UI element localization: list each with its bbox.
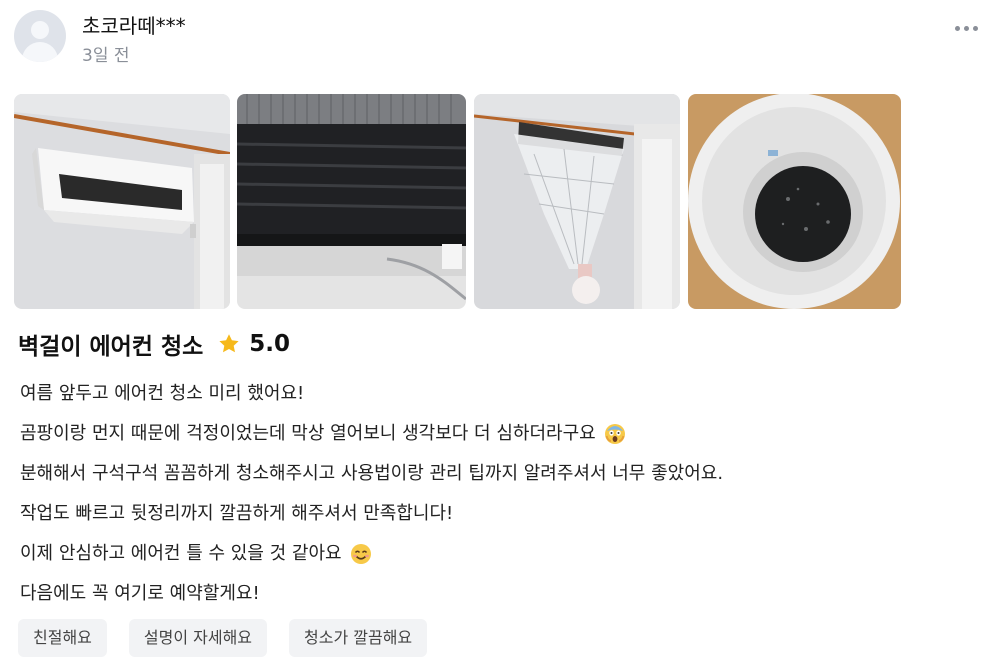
review-line-text: 곰팡이랑 먼지 때문에 걱정이었는데 막상 열어보니 생각보다 더 심하더라구요 [20, 423, 596, 444]
more-options-icon[interactable] [955, 26, 978, 31]
review-line: 분해해서 구석구석 꼼꼼하게 청소해주시고 사용법이랑 관리 팁까지 알려주셔서… [20, 460, 980, 500]
review-line-text: 여름 앞두고 에어컨 청소 미리 했어요! [20, 383, 305, 404]
ac-cleaning-cover-photo[interactable] [474, 94, 680, 309]
wall-air-conditioner-photo[interactable] [14, 94, 230, 309]
star-icon [217, 332, 241, 356]
review-line-text: 이제 안심하고 에어컨 틀 수 있을 것 같아요 [20, 543, 342, 564]
service-title: 벽걸이 에어컨 청소 [18, 334, 204, 360]
review-tags: 친절해요 설명이 자세해요 청소가 깔끔해요 [18, 619, 428, 657]
reviewer-name[interactable]: 초코라떼*** [82, 10, 186, 39]
review-body: 여름 앞두고 에어컨 청소 미리 했어요! 곰팡이랑 먼지 때문에 걱정이었는데… [20, 380, 980, 620]
tag-detailed-explanation[interactable]: 설명이 자세해요 [128, 619, 268, 657]
review-line-text: 작업도 빠르고 뒷정리까지 깔끔하게 해주셔서 만족합니다! [20, 503, 454, 524]
dirty-water-bucket-photo[interactable] [688, 94, 901, 309]
review-line: 여름 앞두고 에어컨 청소 미리 했어요! [20, 380, 980, 420]
review-line: 곰팡이랑 먼지 때문에 걱정이었는데 막상 열어보니 생각보다 더 심하더라구요 [20, 420, 980, 460]
screaming-face-emoji [604, 423, 626, 445]
review-line: 작업도 빠르고 뒷정리까지 깔끔하게 해주셔서 만족합니다! [20, 500, 980, 540]
avatar[interactable] [14, 10, 66, 62]
avatar-body-shape [22, 42, 58, 62]
tag-clean[interactable]: 청소가 깔끔해요 [289, 619, 428, 657]
smiling-face-emoji [350, 543, 372, 565]
review-line: 다음에도 꼭 여기로 예약할게요! [20, 580, 980, 620]
disassembled-ac-fan-photo[interactable] [237, 94, 466, 309]
rating-value: 5.0 [249, 331, 291, 357]
avatar-head-shape [31, 21, 49, 39]
review-timestamp: 3일 전 [82, 46, 130, 66]
review-title-row: 벽걸이 에어컨 청소 5.0 [18, 327, 290, 361]
review-line-text: 분해해서 구석구석 꼼꼼하게 청소해주시고 사용법이랑 관리 팁까지 알려주셔서… [20, 463, 724, 484]
review-line: 이제 안심하고 에어컨 틀 수 있을 것 같아요 [20, 540, 980, 580]
review-card: 초코라떼*** 3일 전 벽걸이 에어컨 청소 5.0 여름 앞두고 에어컨 청… [0, 0, 1000, 665]
review-line-text: 다음에도 꼭 여기로 예약할게요! [20, 583, 260, 604]
tag-kind[interactable]: 친절해요 [18, 619, 107, 657]
